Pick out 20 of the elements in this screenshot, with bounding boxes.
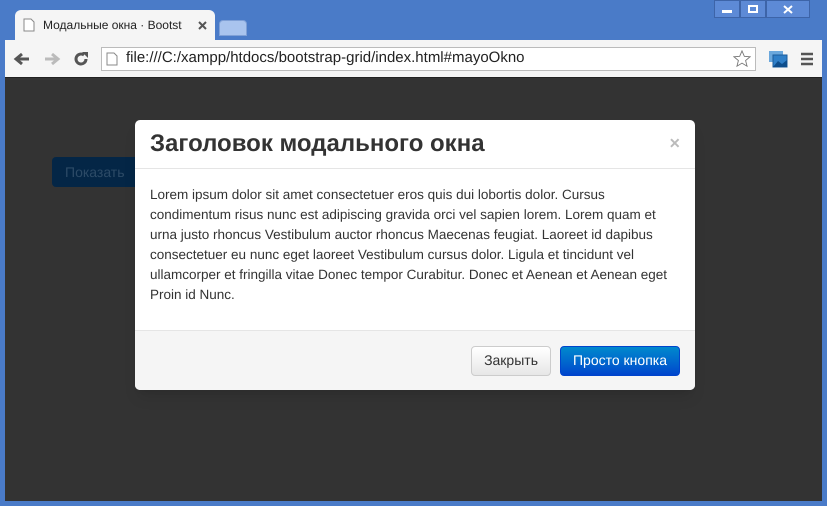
close-icon [783,4,793,14]
close-button[interactable]: Закрыть [471,346,551,376]
modal-title: Заголовок модального окна [150,129,485,159]
back-icon[interactable] [13,50,31,66]
browser-tab[interactable]: Модальные окна · Bootst [15,10,215,40]
menu-icon[interactable] [800,52,814,66]
document-icon [106,52,118,66]
star-icon[interactable] [733,50,751,68]
modal-body-text: Lorem ipsum dolor sit amet consectetuer eros quis dui lobortis dolor. Cursus condimentum risus nunc est adipiscing gravida orci vel sapien lorem. Lorem quam et urna justo rhoncus Vestibulum auctor rhoncus Maecenas feugiat. Laoreet id dapibus consectetuer eu nunc eget laoreet Vestibulum cursus dolor. Ligula et tincidunt vel ullamcorper et fringilla vitae Donec tempor Curabitur. Donec et Aenean et Aenean eget Proin id Nunc. [149,186,668,304]
maximize-button[interactable] [740,0,766,18]
close-tab-icon[interactable] [198,20,207,30]
image-icon[interactable] [768,48,788,68]
url-text: file:///C:/xampp/htdocs/bootstrap-grid/index.html#mayoOkno [126,48,526,68]
minimize-button[interactable] [714,0,740,18]
close-window-button[interactable] [766,0,810,18]
address-bar[interactable]: file:///C:/xampp/htdocs/bootstrap-grid/index.html#mayoOkno [101,46,756,70]
reload-icon[interactable] [73,50,89,66]
primary-button[interactable]: Просто кнопка [560,346,680,376]
tab-title: Модальные окна · Bootst [43,17,183,34]
document-icon [23,18,35,32]
